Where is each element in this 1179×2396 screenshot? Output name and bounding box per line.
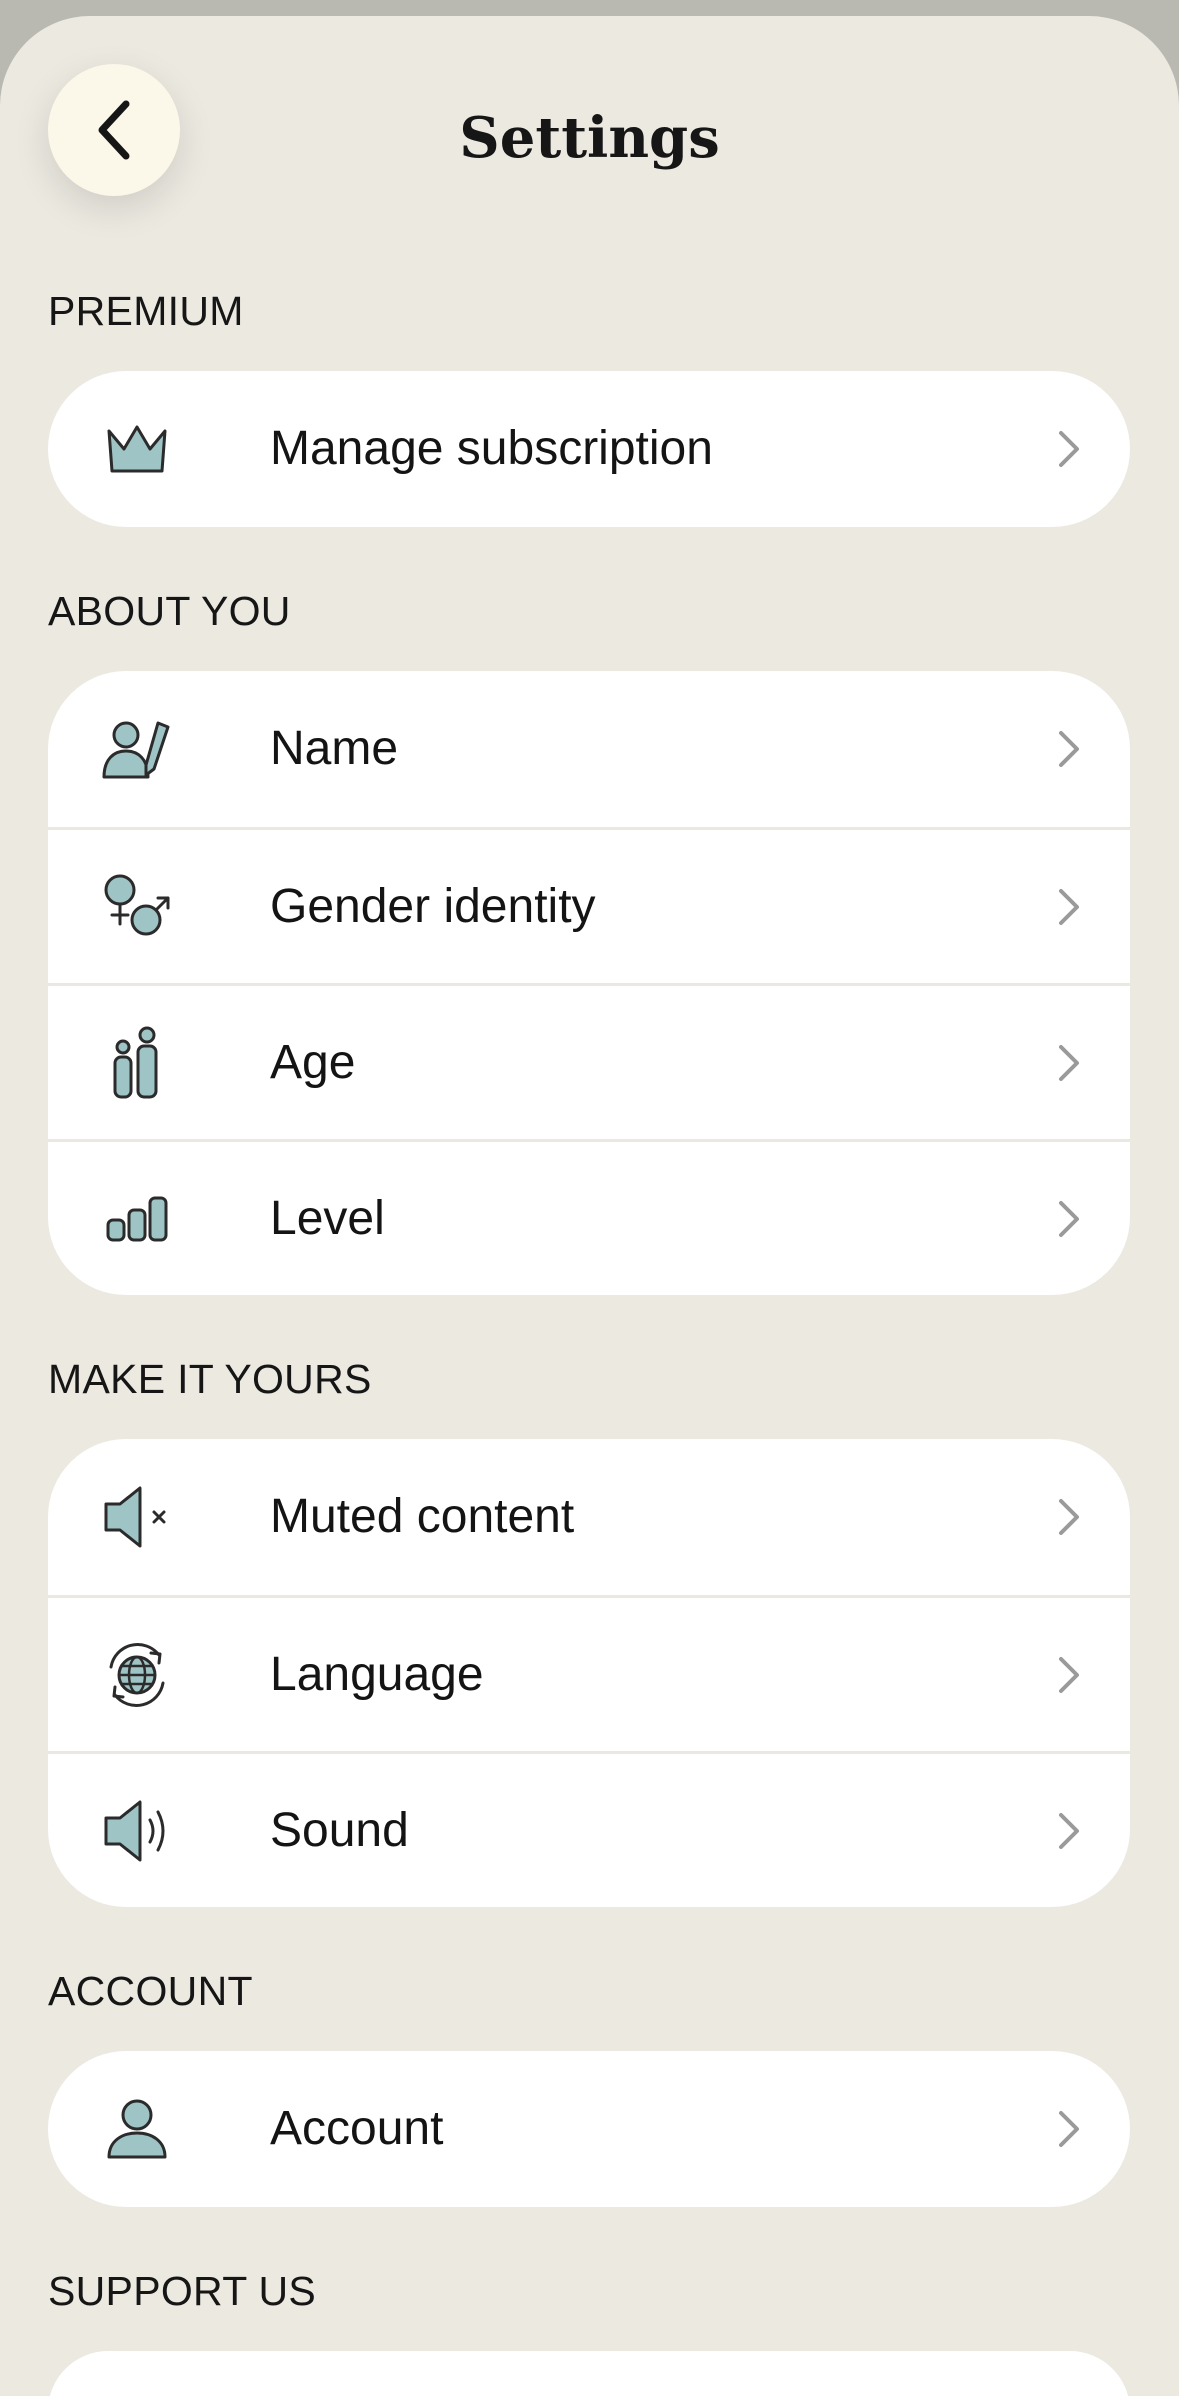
bar-chart-icon bbox=[100, 1182, 174, 1256]
section-label-about-you: ABOUT YOU bbox=[48, 588, 291, 634]
person-edit-icon bbox=[100, 712, 174, 786]
chevron-right-icon bbox=[1052, 1041, 1086, 1085]
row-age[interactable]: Age bbox=[48, 983, 1130, 1139]
chevron-right-icon bbox=[1052, 2107, 1086, 2151]
page-title: Settings bbox=[459, 105, 720, 171]
row-gender-identity[interactable]: Gender identity bbox=[48, 827, 1130, 983]
chevron-right-icon bbox=[1052, 1653, 1086, 1697]
people-icon bbox=[100, 1026, 174, 1100]
row-label: Age bbox=[270, 1035, 356, 1089]
chevron-right-icon bbox=[1052, 885, 1086, 929]
section-label-support-us: SUPPORT US bbox=[48, 2268, 317, 2314]
row-label: Language bbox=[270, 1647, 484, 1701]
card-about-you: Name Gender identity Age Level bbox=[48, 671, 1130, 1295]
speaker-icon bbox=[100, 1794, 174, 1868]
globe-icon bbox=[100, 1638, 174, 1712]
card-make-it-yours: Muted content Language Sound bbox=[48, 1439, 1130, 1907]
chevron-right-icon bbox=[1052, 727, 1086, 771]
card-premium: Manage subscription bbox=[48, 371, 1130, 527]
settings-sheet: Settings PREMIUM Manage subscription ABO… bbox=[0, 16, 1179, 2396]
card-account: Account bbox=[48, 2051, 1130, 2207]
chevron-right-icon bbox=[1052, 1809, 1086, 1853]
section-label-account: ACCOUNT bbox=[48, 1968, 253, 2014]
crown-icon bbox=[100, 412, 174, 486]
row-account[interactable]: Account bbox=[48, 2051, 1130, 2207]
row-name[interactable]: Name bbox=[48, 671, 1130, 827]
chevron-right-icon bbox=[1052, 427, 1086, 471]
gender-icon bbox=[100, 870, 174, 944]
row-manage-subscription[interactable]: Manage subscription bbox=[48, 371, 1130, 527]
row-language[interactable]: Language bbox=[48, 1595, 1130, 1751]
chevron-right-icon bbox=[1052, 1495, 1086, 1539]
row-label: Gender identity bbox=[270, 879, 596, 933]
card-support-us bbox=[48, 2351, 1130, 2396]
row-label: Name bbox=[270, 722, 399, 775]
row-level[interactable]: Level bbox=[48, 1139, 1130, 1295]
section-label-premium: PREMIUM bbox=[48, 288, 244, 334]
row-label: Manage subscription bbox=[270, 422, 713, 475]
row-muted-content[interactable]: Muted content bbox=[48, 1439, 1130, 1595]
section-label-make-it-yours: MAKE IT YOURS bbox=[48, 1356, 372, 1402]
row-label: Sound bbox=[270, 1803, 409, 1857]
row-label: Account bbox=[270, 2102, 444, 2155]
chevron-right-icon bbox=[1052, 1197, 1086, 1241]
row-label: Level bbox=[270, 1191, 385, 1245]
row-sound[interactable]: Sound bbox=[48, 1751, 1130, 1907]
person-icon bbox=[100, 2092, 174, 2166]
row-label: Muted content bbox=[270, 1490, 575, 1543]
speaker-muted-icon bbox=[100, 1480, 174, 1554]
